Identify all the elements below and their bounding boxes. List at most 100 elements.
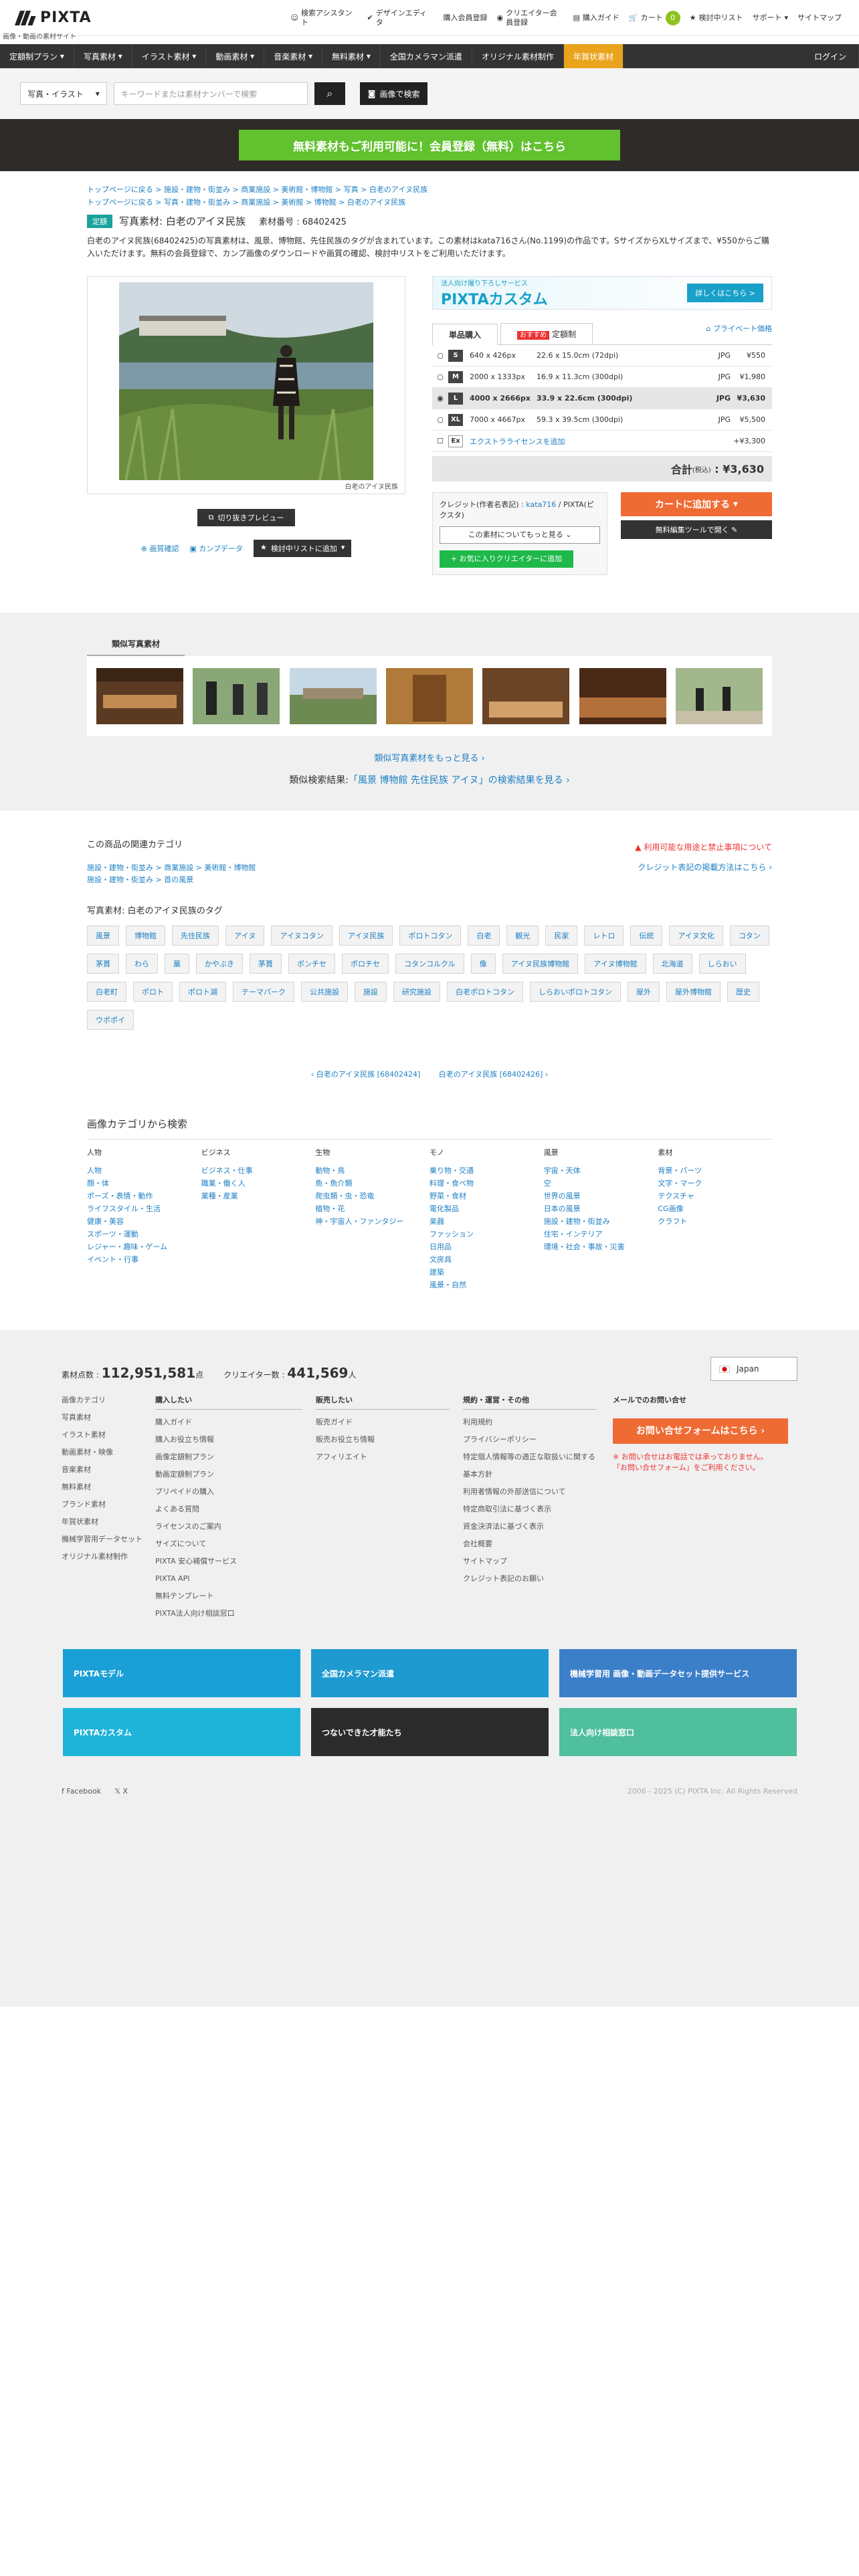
tag-item[interactable]: しらおいポロトコタン <box>530 982 621 1002</box>
category-link[interactable]: 日本の風景 <box>544 1202 658 1215</box>
footer-ad-banner[interactable]: 機械学習用 画像・動画データセット提供サービス <box>559 1649 797 1697</box>
next-material-link[interactable]: 白老のアイヌ民族 [68402426] › <box>439 1070 548 1079</box>
creator-link[interactable]: kata716 <box>526 500 556 509</box>
footer-link[interactable]: クレジット表記のお願い <box>463 1570 597 1588</box>
tag-item[interactable]: 歴史 <box>727 982 759 1002</box>
category-link[interactable]: イベント・行事 <box>87 1253 201 1266</box>
login-link[interactable]: ログイン <box>802 44 859 68</box>
nav-design-editor[interactable]: ✔ デザインエディタ <box>367 9 434 27</box>
size-radio[interactable]: ○ <box>432 351 448 360</box>
footer-ad-banner[interactable]: つないできた才能たち <box>311 1708 549 1756</box>
add-to-cart-button[interactable]: カートに追加する ▾ <box>621 492 772 516</box>
add-to-list-button[interactable]: ★ 検討中リストに追加 ▾ <box>253 540 352 557</box>
image-search-button[interactable]: ◙ 画像で検索 <box>359 82 428 105</box>
footer-link[interactable]: 販売ガイド <box>316 1414 450 1431</box>
footer-link[interactable]: ブランド素材 <box>62 1496 155 1513</box>
tag-item[interactable]: 茅葺 <box>250 954 282 974</box>
category-link[interactable]: テクスチャ <box>658 1190 772 1202</box>
footer-link[interactable]: 画像カテゴリ <box>62 1392 155 1409</box>
footer-link[interactable]: PIXTA 安心補償サービス <box>155 1553 302 1570</box>
category-link[interactable]: ライフスタイル・生活 <box>87 1202 201 1215</box>
category-link[interactable]: 野菜・食材 <box>430 1190 544 1202</box>
edit-tool-button[interactable]: 無料編集ツールで開く ✎ <box>621 520 772 539</box>
prev-material-link[interactable]: ‹ 白老のアイヌ民族 [68402424] <box>311 1070 420 1079</box>
category-link[interactable]: 動物・鳥 <box>315 1164 430 1177</box>
catnav-original[interactable]: オリジナル素材制作 <box>472 44 564 68</box>
tag-item[interactable]: ポロトコタン <box>399 926 462 946</box>
tag-item[interactable]: 茅葺 <box>87 954 119 974</box>
quality-check-link[interactable]: ⊕ 画質確認 <box>141 543 179 554</box>
nav-buyer-register[interactable]: 購入会員登録 <box>443 13 487 23</box>
tag-item[interactable]: 風景 <box>87 926 119 946</box>
x-link[interactable]: 𝕏 X <box>114 1787 128 1796</box>
footer-link[interactable]: 会社概要 <box>463 1535 597 1553</box>
footer-link[interactable]: 写真素材 <box>62 1409 155 1426</box>
category-link[interactable]: 住宅・インテリア <box>544 1228 658 1241</box>
category-link[interactable]: ビジネス・仕事 <box>201 1164 316 1177</box>
category-link[interactable]: 職業・働く人 <box>201 1177 316 1190</box>
tag-item[interactable]: 先住民族 <box>172 926 219 946</box>
catnav-free[interactable]: 無料素材 ▾ <box>322 44 381 68</box>
nav-cart[interactable]: 🛒 カート 0 <box>629 10 680 25</box>
tag-item[interactable]: テーマパーク <box>233 982 294 1002</box>
similar-thumb[interactable] <box>193 668 280 724</box>
size-row-l[interactable]: ◉ L 4000 x 2666px 33.9 x 22.6cm (300dpi) JPG… <box>432 388 772 409</box>
tag-item[interactable]: 像 <box>470 954 496 974</box>
category-link[interactable]: 魚・魚介類 <box>315 1177 430 1190</box>
category-link[interactable]: 環境・社会・事故・災害 <box>544 1241 658 1253</box>
tag-item[interactable]: 伝統 <box>630 926 663 946</box>
contact-form-button[interactable]: お問い合せフォームはこちら › <box>613 1418 788 1444</box>
category-link[interactable]: 人物 <box>87 1164 201 1177</box>
nav-search-assistant[interactable]: ☺ 検索アシスタント <box>290 9 357 27</box>
tab-single[interactable]: 単品購入 <box>432 324 498 345</box>
footer-link[interactable]: PIXTA API <box>155 1570 302 1588</box>
breadcrumb-line[interactable]: トップページに戻る > 写真・建物・街並み > 商業施設 > 美術館 > 博物館… <box>87 196 772 209</box>
footer-ad-banner[interactable]: PIXTAモデル <box>63 1649 300 1697</box>
category-link[interactable]: 宇宙・天体 <box>544 1164 658 1177</box>
tag-item[interactable]: アイヌ民族博物館 <box>502 954 579 974</box>
custom-ad-button[interactable]: 詳しくはこちら > <box>687 284 763 302</box>
category-link[interactable]: 建築 <box>430 1266 544 1279</box>
category-link[interactable]: 楽器 <box>430 1215 544 1228</box>
more-similar-link[interactable]: 類似写真素材をもっと見る › <box>0 751 859 764</box>
tag-item[interactable]: ポロト <box>133 982 173 1002</box>
nav-wishlist[interactable]: ★ 検討中リスト <box>690 13 743 23</box>
size-row-s[interactable]: ○ S 640 x 426px 22.6 x 15.0cm (72dpi) JPG ¥55… <box>432 345 772 366</box>
comp-data-link[interactable]: ▣ カンプデータ <box>189 543 243 554</box>
footer-link[interactable]: 特定個人情報等の適正な取扱いに関する基本方針 <box>463 1448 597 1483</box>
pixta-logo[interactable]: PIXTA <box>14 9 92 26</box>
register-banner-button[interactable]: 無料素材もご利用可能に！会員登録（無料）はこちら <box>239 130 620 160</box>
category-link[interactable]: 日用品 <box>430 1241 544 1253</box>
search-button[interactable]: ⌕ <box>314 82 345 105</box>
footer-link[interactable]: PIXTA法人向け相談窓口 <box>155 1605 302 1622</box>
similar-result-link[interactable]: 「風景 博物館 先住民族 アイヌ」の検索結果を見る › <box>349 775 570 786</box>
category-link[interactable]: 文字・マーク <box>658 1177 772 1190</box>
search-input[interactable]: キーワードまたは素材ナンバーで検索 <box>113 82 308 105</box>
tag-item[interactable]: 白老 <box>468 926 500 946</box>
tag-item[interactable]: ポロチセ <box>342 954 389 974</box>
main-photo[interactable] <box>119 282 373 480</box>
tag-item[interactable]: ポンチセ <box>288 954 335 974</box>
category-link[interactable]: クラフト <box>658 1215 772 1228</box>
tag-item[interactable]: 藁 <box>165 954 189 974</box>
tag-item[interactable]: しらおい <box>698 954 746 974</box>
tag-item[interactable]: 白老ポロトコタン <box>447 982 523 1002</box>
size-radio[interactable]: ◉ <box>432 394 448 403</box>
footer-link[interactable]: サイズについて <box>155 1535 302 1553</box>
search-type-select[interactable]: 写真・イラスト ▾ <box>20 82 107 105</box>
tag-item[interactable]: ウポポイ <box>87 1010 134 1030</box>
category-link[interactable]: 健康・美容 <box>87 1215 201 1228</box>
category-link[interactable]: 爬虫類・虫・恐竜 <box>315 1190 430 1202</box>
footer-link[interactable]: ライセンスのご案内 <box>155 1518 302 1535</box>
category-link[interactable]: 空 <box>544 1177 658 1190</box>
related-link[interactable]: 施設・建物・街並み > 商業施設 > 美術館・博物館 <box>87 863 256 872</box>
tag-item[interactable]: わら <box>126 954 158 974</box>
tag-item[interactable]: 施設 <box>355 982 387 1002</box>
footer-link[interactable]: 無料素材 <box>62 1479 155 1496</box>
catnav-subscription[interactable]: 定額制プラン ▾ <box>0 44 74 68</box>
facebook-link[interactable]: f Facebook <box>62 1787 101 1796</box>
category-link[interactable]: 神・宇宙人・ファンタジー <box>315 1215 430 1228</box>
footer-link[interactable]: 機械学習用データセット <box>62 1531 155 1548</box>
similar-thumb[interactable] <box>579 668 666 724</box>
catnav-newyear[interactable]: 年賀状素材 <box>563 44 624 68</box>
